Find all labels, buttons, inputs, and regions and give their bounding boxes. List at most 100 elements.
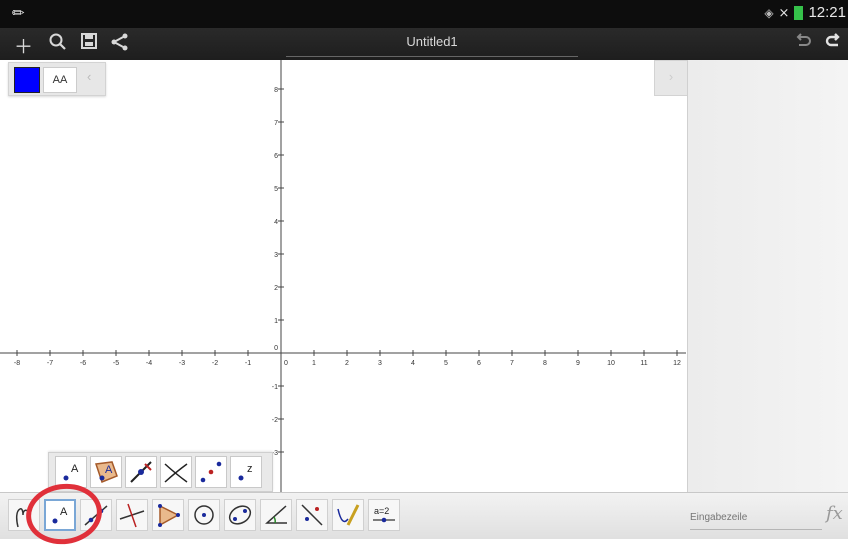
attach-detach-icon xyxy=(130,461,152,483)
y-tick-label: 2 xyxy=(274,285,278,292)
x-tick-label: 9 xyxy=(576,360,580,367)
tool-groups: A a=2 xyxy=(8,499,400,531)
save-icon[interactable] xyxy=(80,32,98,56)
line-tool-group[interactable] xyxy=(80,499,112,531)
complex-number-icon: z xyxy=(238,463,253,481)
pen-tool-group[interactable] xyxy=(332,499,364,531)
intersect-tool[interactable] xyxy=(160,456,192,488)
x-tick-label: -6 xyxy=(80,360,86,367)
action-bar: ＋ Untitled1 xyxy=(0,28,848,60)
pencil-icon: ✏ xyxy=(12,5,25,22)
redo-icon[interactable] xyxy=(824,32,842,56)
complex-number-tool[interactable]: z xyxy=(230,456,262,488)
algebra-view[interactable] xyxy=(687,60,848,492)
point-tool-group[interactable]: A xyxy=(44,499,76,531)
style-bar: AA ‹ xyxy=(8,62,106,96)
y-tick-label: -1 xyxy=(272,384,278,391)
x-tick-label: -2 xyxy=(212,360,218,367)
x-tick-label: 7 xyxy=(510,360,514,367)
point-tools-menu: A A z xyxy=(48,452,273,492)
angle-tool-group[interactable] xyxy=(260,499,292,531)
label-style-text: AA xyxy=(52,74,68,86)
point-on-object-tool[interactable]: A xyxy=(90,456,122,488)
x-tick-label: 12 xyxy=(673,360,681,367)
svg-text:z: z xyxy=(247,463,253,475)
x-tick-label: 2 xyxy=(345,360,349,367)
point-on-object-icon: A xyxy=(94,461,118,483)
no-signal-icon: ⨯ xyxy=(778,4,790,20)
perpendicular-line-icon xyxy=(119,503,145,528)
document-title[interactable]: Untitled1 xyxy=(286,30,578,57)
search-icon[interactable] xyxy=(48,32,68,58)
x-tick-label: -7 xyxy=(47,360,53,367)
line-icon xyxy=(84,505,108,526)
angle-icon xyxy=(265,505,287,524)
circle-icon xyxy=(194,505,214,525)
fx-button[interactable]: fx xyxy=(826,503,843,524)
status-bar: ✏ ◈ ⨯ 12:21 xyxy=(0,0,848,28)
input-bar[interactable] xyxy=(690,507,822,530)
svg-text:A: A xyxy=(60,506,68,518)
intersect-icon xyxy=(164,463,188,483)
slider-tool-group[interactable]: a=2 xyxy=(368,499,400,531)
x-tick-label: -1 xyxy=(245,360,251,367)
y-tick-label: -2 xyxy=(272,417,278,424)
undo-icon[interactable] xyxy=(794,32,812,56)
input-field[interactable] xyxy=(690,508,810,523)
x-tick-label: 11 xyxy=(640,360,647,367)
perpendicular-tool-group[interactable] xyxy=(116,499,148,531)
origin-label: 0 xyxy=(274,345,278,352)
status-icons: ◈ ⨯ 12:21 xyxy=(764,4,846,21)
polygon-icon xyxy=(158,504,180,527)
svg-text:A: A xyxy=(71,463,79,475)
point-icon: A xyxy=(63,463,79,481)
y-tick-label: 5 xyxy=(274,186,278,193)
color-button[interactable] xyxy=(14,67,40,93)
x-tick-label: 8 xyxy=(543,360,547,367)
collapse-stylebar-icon[interactable]: ‹ xyxy=(87,69,91,84)
x-tick-label: -4 xyxy=(146,360,152,367)
attach-detach-tool[interactable] xyxy=(125,456,157,488)
new-file-icon[interactable]: ＋ xyxy=(14,32,33,59)
x-tick-label: 4 xyxy=(411,360,415,367)
x-tick-label: 1 xyxy=(312,360,316,367)
slider-icon: a=2 xyxy=(373,506,395,523)
y-tick-label: 6 xyxy=(274,153,278,160)
y-tick-label: 7 xyxy=(274,120,278,127)
svg-text:a=2: a=2 xyxy=(374,506,389,516)
y-tick-label: 8 xyxy=(274,87,278,94)
move-hand-icon xyxy=(15,508,29,528)
ellipse-icon xyxy=(228,505,252,525)
reflect-tool-group[interactable] xyxy=(296,499,328,531)
document-title-text: Untitled1 xyxy=(406,34,458,49)
x-tick-label: -8 xyxy=(14,360,20,367)
graphics-view[interactable]: -8 -7 -6 -5 -4 -3 -2 -1 0 1 2 3 4 5 6 7 8 9 10 11 12 8 7 6 5 4 3 2 1… xyxy=(0,60,686,492)
svg-text:A: A xyxy=(105,464,113,476)
label-style-button[interactable]: AA xyxy=(43,67,77,93)
x-tick-label: -5 xyxy=(113,360,119,367)
clock: 12:21 xyxy=(808,4,846,21)
midpoint-icon xyxy=(200,461,222,483)
pen-icon xyxy=(337,504,360,526)
x-tick-label: 3 xyxy=(378,360,382,367)
reflect-icon xyxy=(301,504,323,526)
toggle-algebra-view-button[interactable]: › xyxy=(654,60,688,96)
point-tool[interactable]: A xyxy=(55,456,87,488)
x-tick-label: 10 xyxy=(607,360,615,367)
circle-tool-group[interactable] xyxy=(188,499,220,531)
toolbar: A a=2 fx xyxy=(0,492,848,539)
battery-icon xyxy=(794,5,804,20)
share-icon[interactable] xyxy=(110,32,130,58)
y-tick-label: 4 xyxy=(274,219,278,226)
y-tick-label: 3 xyxy=(274,252,278,259)
polygon-tool-group[interactable] xyxy=(152,499,184,531)
conic-tool-group[interactable] xyxy=(224,499,256,531)
x-tick-label: 5 xyxy=(444,360,448,367)
midpoint-tool[interactable] xyxy=(195,456,227,488)
y-tick-label: 1 xyxy=(274,318,278,325)
move-tool[interactable] xyxy=(8,499,40,531)
point-icon: A xyxy=(52,506,68,524)
x-tick-label: 0 xyxy=(284,360,288,367)
x-tick-label: -3 xyxy=(179,360,185,367)
coordinate-axes: -8 -7 -6 -5 -4 -3 -2 -1 0 1 2 3 4 5 6 7 8 9 10 11 1287654321… xyxy=(0,60,686,492)
